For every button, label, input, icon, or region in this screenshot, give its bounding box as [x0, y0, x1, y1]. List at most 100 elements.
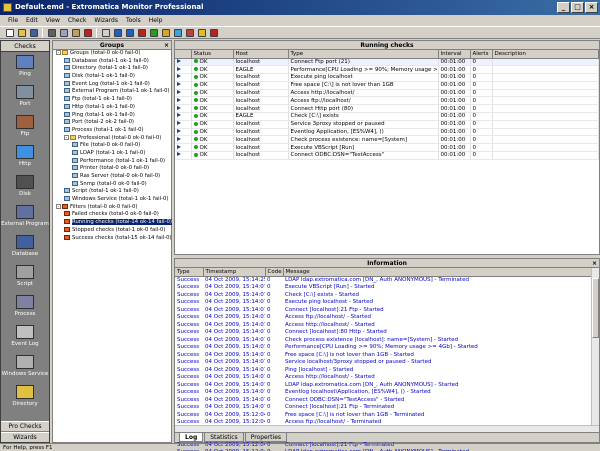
table-row[interactable]: OK localhost Access ftp://localhost/00:01:…	[175, 96, 599, 106]
tree-item[interactable]: File (total-0 ok-0 fail-0)	[53, 142, 171, 150]
column-header[interactable]: Timestamp	[203, 268, 266, 277]
log-row[interactable]: Success 04 Oct 2009, 15:14:07 0 Check [C:\]…	[175, 291, 593, 299]
start-button[interactable]	[112, 27, 123, 38]
stop-button[interactable]	[136, 27, 147, 38]
log-row[interactable]: Success 04 Oct 2009, 15:14:07 0 Connect ODB…	[175, 396, 593, 404]
tree-item[interactable]: Ftp (total-1 ok-1 fail-0)	[53, 96, 171, 104]
wizards-button[interactable]: Wizards	[1, 432, 49, 442]
tree-item[interactable]: Snmp (total-0 ok-0 fail-0)	[53, 180, 171, 189]
expand-toggle[interactable]: -	[64, 134, 69, 140]
scroll-thumb[interactable]	[592, 278, 599, 338]
table-row[interactable]: OK localhost Access http://localhost/00:01…	[175, 89, 599, 98]
table-row[interactable]: OK localhost Connect Ftp port (21) 00:01:00…	[175, 58, 599, 67]
menu-help[interactable]: Help	[145, 15, 167, 26]
tree-item[interactable]: Printer (total-0 ok-0 fail-0)	[53, 165, 171, 173]
cut-button[interactable]	[46, 27, 57, 38]
stop-all-button[interactable]	[160, 27, 171, 38]
tree-item[interactable]: - Groups (total-0 ok-0 fail-0)	[53, 50, 171, 58]
run-control[interactable]	[175, 81, 192, 90]
lock-button[interactable]	[196, 27, 207, 38]
run-control[interactable]	[175, 73, 192, 82]
close-button[interactable]: ×	[585, 2, 598, 13]
properties-button[interactable]	[100, 27, 111, 38]
delete-button[interactable]	[82, 27, 93, 38]
log-row[interactable]: Success 04 Oct 2009, 15:14:07 0 Access http…	[175, 321, 593, 329]
column-header[interactable]: Type	[288, 50, 439, 59]
tree-item[interactable]: Disk (total-1 ok-1 fail-0)	[53, 73, 171, 81]
check-windows-service[interactable]: Windows Service	[1, 352, 49, 382]
run-control[interactable]	[175, 58, 192, 67]
wizard-button[interactable]	[184, 27, 195, 38]
check-ftp[interactable]: Ftp	[1, 112, 49, 142]
check-ping[interactable]: Ping	[1, 52, 49, 82]
maximize-button[interactable]: □	[571, 2, 584, 13]
log-row[interactable]: Success 04 Oct 2009, 15:14:07 0 Service loc…	[175, 359, 593, 367]
new-button[interactable]	[4, 27, 15, 38]
tree-item[interactable]: LDAP (total-1 ok-1 fail-0)	[53, 149, 171, 158]
tree-item[interactable]: Windows Service (total-1 ok-1 fail-0)	[53, 196, 171, 204]
check-external-program[interactable]: External Program	[1, 202, 49, 232]
log-row[interactable]: Success 04 Oct 2009, 15:14:07 0 Connect [lo…	[175, 329, 593, 337]
menu-view[interactable]: View	[42, 15, 64, 26]
run-control[interactable]	[175, 104, 192, 114]
log-row[interactable]: Success 04 Oct 2009, 15:14:07 0 Access ftp:…	[175, 314, 593, 322]
table-row[interactable]: OK EAGLE Check [C:\] exists 00:01:00 0	[175, 112, 599, 121]
tree-item[interactable]: Port (total-2 ok-2 fail-0)	[53, 119, 171, 127]
run-control[interactable]	[175, 112, 192, 121]
tree-item[interactable]: Database (total-1 ok-1 fail-0)	[53, 57, 171, 66]
check-event-log[interactable]: Event Log	[1, 322, 49, 352]
menu-file[interactable]: File	[4, 15, 22, 26]
column-header[interactable]: Type	[175, 268, 204, 277]
log-row[interactable]: Success 04 Oct 2009, 15:14:07 0 Execute pin…	[175, 299, 593, 307]
column-header[interactable]: Status	[191, 50, 234, 59]
start-all-button[interactable]	[148, 27, 159, 38]
check-database[interactable]: Database	[1, 232, 49, 262]
check-now-button[interactable]	[172, 27, 183, 38]
log-row[interactable]: Success 04 Oct 2009, 15:14:07 0 Access http…	[175, 374, 593, 382]
log-row[interactable]: Success 04 Oct 2009, 15:14:07 0 Eventlog lo…	[175, 389, 593, 397]
log-row[interactable]: Success 04 Oct 2009, 15:14:07 0 Execute VBS…	[175, 284, 593, 292]
log-row[interactable]: Success 04 Oct 2009, 15:14:07 0 Connect [lo…	[175, 306, 593, 314]
log-row[interactable]: Success 04 Oct 2009, 15:12:04 0 Free space …	[175, 411, 593, 419]
tree-item[interactable]: - Professional (total-0 ok-0 fail-0)	[53, 134, 171, 143]
table-row[interactable]: OK localhost Execute ping localhost 00:01:0…	[175, 73, 599, 82]
table-row[interactable]: OK localhost Eventlog Application, [ES%W4]…	[175, 128, 599, 137]
tab-statistics[interactable]: Statistics	[204, 433, 244, 442]
tree-item[interactable]: Event Log (total-1 ok-1 fail-0)	[53, 80, 171, 89]
check-script[interactable]: Script	[1, 262, 49, 292]
log-row[interactable]: Success 04 Oct 2009, 15:14:07 0 Connect [lo…	[175, 404, 593, 412]
open-button[interactable]	[16, 27, 27, 38]
tree-item[interactable]: External Program (total-1 ok-1 fail-0)	[53, 88, 171, 96]
menu-wizards[interactable]: Wizards	[90, 15, 122, 26]
tree-item[interactable]: Failed checks (total-0 ok-0 fail-0)	[53, 211, 171, 219]
check-directory[interactable]: Directory	[1, 382, 49, 412]
log-row[interactable]: Success 04 Oct 2009, 15:14:07 0 Ping [local…	[175, 366, 593, 374]
log-vertical-scrollbar[interactable]	[591, 268, 599, 425]
log-row[interactable]: Success 04 Oct 2009, 15:14:07 0 LDAP ldap.e…	[175, 381, 593, 389]
table-row[interactable]: OK localhost Execute VBScript [Run] 00:01:0…	[175, 143, 599, 153]
table-row[interactable]: OK localhost Check process existence: name…	[175, 135, 599, 145]
tree-item[interactable]: Performance (total-1 ok-1 fail-0)	[53, 157, 171, 166]
column-header[interactable]: Message	[283, 268, 593, 277]
expand-toggle[interactable]: -	[56, 50, 61, 55]
run-control[interactable]	[175, 96, 192, 106]
close-icon[interactable]: ×	[164, 41, 169, 50]
column-header[interactable]: Host	[233, 50, 289, 59]
table-row[interactable]: OK localhost Connect ODBC:DSN="TestAccess"…	[175, 151, 599, 160]
check-port[interactable]: Port	[1, 82, 49, 112]
log-row[interactable]: Success 04 Oct 2009, 15:14:25 0 LDAP ldap.e…	[175, 276, 593, 284]
log-row[interactable]: Success 04 Oct 2009, 15:14:07 0 Performance…	[175, 344, 593, 352]
column-header[interactable]: Description	[492, 50, 599, 59]
run-control[interactable]	[175, 65, 192, 75]
tree-item[interactable]: Ping (total-1 ok-1 fail-0)	[53, 111, 171, 120]
check-http[interactable]: Http	[1, 142, 49, 172]
tree-item[interactable]: Directory (total-1 ok-1 fail-0)	[53, 65, 171, 73]
tree-item[interactable]: - Filters (total-0 ok-0 fail-0)	[53, 203, 171, 212]
table-row[interactable]: OK localhost Connect Http port (80) 00:01:0…	[175, 104, 599, 114]
column-header[interactable]: Alerts	[470, 50, 493, 59]
tab-log[interactable]: Log	[179, 433, 204, 442]
table-row[interactable]: OK localhost Service 3proxy stopped or pau…	[175, 120, 599, 129]
log-row[interactable]: Success 04 Oct 2009, 15:14:07 0 Check proce…	[175, 336, 593, 344]
tree-item[interactable]: Success checks (total-15 ok-14 fail-0)	[53, 234, 172, 243]
run-control[interactable]	[175, 120, 192, 129]
